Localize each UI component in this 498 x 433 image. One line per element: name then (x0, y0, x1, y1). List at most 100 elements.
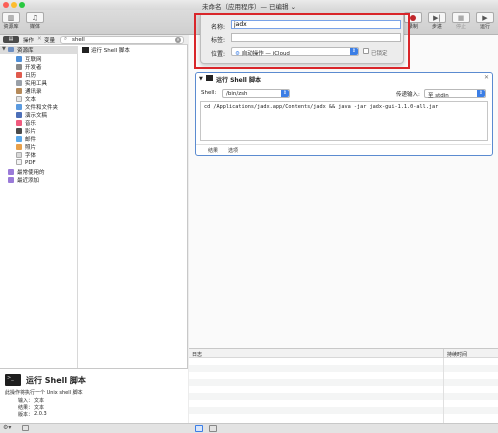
category-list: ▼ 资源库 互联网 开发者 日历 实用工具 通讯录 文本 文件和文件夹 演示文稿… (0, 46, 78, 368)
presentation-icon (16, 112, 22, 118)
run-button[interactable]: ▶ 运行 (476, 12, 494, 30)
pdf-icon (16, 159, 22, 165)
disclosure-down-icon[interactable]: ▼ (2, 46, 6, 52)
chevron-updown-icon: ⇕ (281, 90, 289, 97)
pass-input-select[interactable]: 至 stdin ⇕ (424, 89, 486, 99)
input-value: 文本 (34, 398, 45, 404)
smart-group-recently-added[interactable]: 最近添加 (8, 176, 39, 184)
run-label: 运行 (479, 24, 490, 30)
film-icon (16, 128, 22, 134)
mail-icon (16, 136, 22, 142)
shell-select[interactable]: /bin/zsh ⇕ (222, 89, 290, 98)
bottom-bar: ⚙▾ (0, 423, 498, 433)
category-movies[interactable]: 影片 (16, 127, 36, 135)
clear-search-icon[interactable]: ✕ (175, 37, 181, 43)
terminal-icon (206, 75, 213, 81)
media-label: 媒体 (29, 24, 40, 30)
script-editor[interactable]: cd /Applications/jadx.app/Contents/jadx … (200, 101, 488, 141)
action-title: 运行 Shell 脚本 (216, 77, 261, 84)
category-internet[interactable]: 互联网 (16, 55, 42, 63)
seg-variables[interactable]: 变量 (44, 36, 55, 44)
category-photos[interactable]: 照片 (16, 143, 36, 151)
font-icon (16, 152, 22, 158)
stop-icon: ■ (452, 12, 470, 23)
text-document-icon (16, 96, 22, 102)
category-utilities[interactable]: 实用工具 (16, 79, 47, 87)
terminal-icon: >_ (5, 374, 21, 386)
description-pane: >_ 运行 Shell 脚本 此操作将执行一个 Unix shell 脚本 输入… (0, 368, 188, 423)
category-mail[interactable]: 邮件 (16, 135, 36, 143)
log-row (189, 400, 498, 407)
result-item-label: 运行 Shell 脚本 (91, 48, 130, 54)
gear-icon[interactable]: ⚙▾ (3, 424, 11, 431)
step-button[interactable]: ▶| 步进 (428, 12, 446, 30)
seg-actions-label[interactable]: 操作 (23, 36, 34, 44)
run-shell-action-panel: ▼ 运行 Shell 脚本 ✕ Shell: /bin/zsh ⇕ 传递输入: 至… (195, 72, 493, 156)
column-view-icon[interactable] (209, 425, 217, 432)
step-icon: ▶| (428, 12, 446, 23)
pass-input-label: 传递输入: (396, 92, 420, 98)
search-icon: ⌕ (64, 36, 68, 42)
category-contacts[interactable]: 通讯录 (16, 87, 42, 95)
calendar-icon (16, 72, 22, 78)
collapse-icon[interactable]: ▼ (199, 76, 203, 82)
log-row (189, 386, 498, 393)
chevron-updown-icon: ⇕ (477, 90, 485, 97)
terminal-icon (82, 47, 89, 53)
category-files-folders[interactable]: 文件和文件夹 (16, 103, 58, 111)
script-text[interactable]: cd /Applications/jadx.app/Contents/jadx … (204, 104, 438, 110)
duration-column-header[interactable]: 持续时间 (447, 351, 467, 358)
x-icon: ✕ (37, 36, 42, 42)
finder-icon (16, 104, 22, 110)
stop-button[interactable]: ■ 停止 (452, 12, 470, 30)
log-header: 日志 持续时间 (189, 348, 498, 358)
smart-folder-icon (8, 177, 14, 183)
library-label: 资源库 (3, 24, 19, 30)
result-label: 结果： (18, 405, 34, 411)
contacts-icon (16, 88, 22, 94)
description-title: 运行 Shell 脚本 (26, 376, 86, 385)
shell-label: Shell: (201, 90, 217, 96)
version-value: 2.0.3 (34, 411, 47, 417)
category-developer[interactable]: 开发者 (16, 63, 42, 71)
category-music[interactable]: 音乐 (16, 119, 36, 127)
library-root-label: 资源库 (17, 48, 34, 54)
version-label: 版本： (18, 412, 34, 418)
smart-group-label: 最近添加 (17, 178, 40, 184)
library-icon: ▥ (2, 12, 20, 23)
column-divider (443, 358, 444, 423)
library-header: ▤ 操作 ✕ 变量 ⌕ shell ✕ (0, 35, 188, 45)
input-label: 输入： (18, 398, 34, 404)
step-label: 步进 (431, 24, 442, 30)
category-presentations[interactable]: 演示文稿 (16, 111, 47, 119)
log-column-header[interactable]: 日志 (192, 351, 202, 358)
library-button[interactable]: ▥ 资源库 (2, 12, 20, 30)
media-button[interactable]: ♫ 媒体 (26, 12, 44, 30)
log-row (189, 379, 498, 386)
search-input[interactable]: shell (72, 37, 85, 43)
log-table (189, 358, 498, 423)
description-toggle-icon[interactable] (22, 425, 29, 431)
tab-options[interactable]: 选项 (228, 147, 238, 154)
result-item-run-shell[interactable]: 运行 Shell 脚本 (82, 46, 130, 54)
tab-results[interactable]: 结果 (208, 147, 218, 154)
music-icon (16, 120, 22, 126)
list-view-icon[interactable] (195, 425, 203, 432)
category-calendar[interactable]: 日历 (16, 71, 36, 79)
smart-group-most-used[interactable]: 最常使用的 (8, 168, 45, 176)
search-field[interactable]: ⌕ shell ✕ (60, 36, 184, 44)
utilities-icon (16, 80, 22, 86)
music-note-icon: ♫ (26, 12, 44, 23)
highlight-box (194, 13, 410, 69)
seg-actions[interactable]: ▤ (3, 36, 19, 43)
library-root-row[interactable]: ▼ 资源库 (0, 46, 78, 54)
category-pdf[interactable]: PDF (16, 159, 36, 166)
category-fonts[interactable]: 字体 (16, 151, 36, 159)
result-value: 文本 (34, 405, 45, 411)
close-icon[interactable]: ✕ (484, 74, 489, 81)
category-text[interactable]: 文本 (16, 95, 36, 103)
category-label: PDF (25, 160, 36, 166)
smart-folder-icon (8, 169, 14, 175)
stop-label: 停止 (455, 24, 466, 30)
divider (196, 144, 491, 145)
